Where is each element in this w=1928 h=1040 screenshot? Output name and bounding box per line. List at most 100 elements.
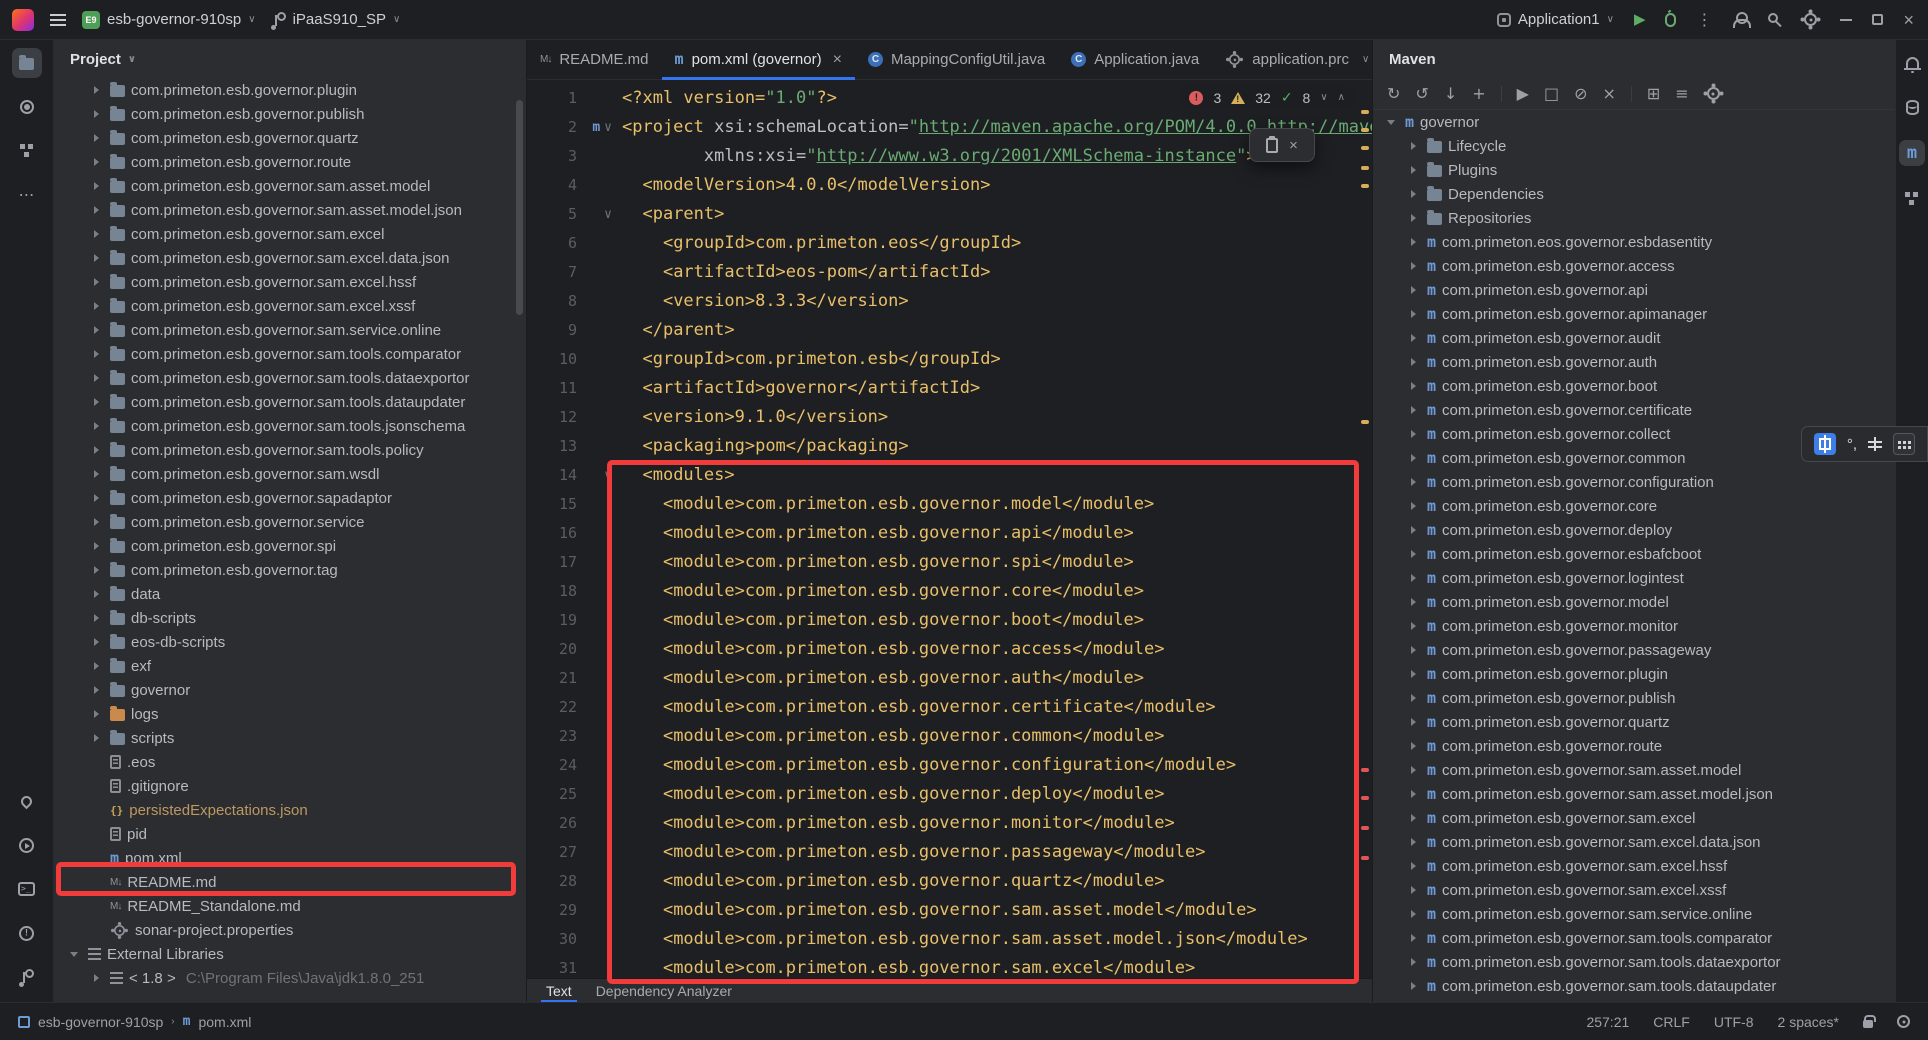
maven-tree-row[interactable]: mcom.primeton.esb.governor.sam.tools.dat…	[1373, 950, 1895, 974]
chevron-right-icon[interactable]	[1405, 430, 1421, 438]
chevron-right-icon[interactable]	[1405, 766, 1421, 774]
error-stripe-mark[interactable]	[1361, 796, 1369, 800]
chevron-right-icon[interactable]	[1405, 742, 1421, 750]
project-tree-row[interactable]: {}persistedExpectations.json	[54, 798, 526, 822]
maven-tree-row[interactable]: Repositories	[1373, 206, 1895, 230]
fold-chevron-icon[interactable]: ∨	[604, 208, 612, 221]
settings-icon[interactable]	[1704, 84, 1723, 103]
project-tree-row[interactable]: pid	[54, 822, 526, 846]
chevron-right-icon[interactable]	[88, 206, 104, 214]
project-tree-row[interactable]: com.primeton.esb.governor.sam.tools.data…	[54, 390, 526, 414]
clipboard-icon[interactable]	[1266, 138, 1278, 153]
maven-tree-row[interactable]: mcom.primeton.esb.governor.sam.excel.dat…	[1373, 830, 1895, 854]
project-tree-row[interactable]: .eos	[54, 750, 526, 774]
package-icon[interactable]: □	[1544, 86, 1559, 102]
chevron-right-icon[interactable]	[1405, 622, 1421, 630]
maven-tree-row[interactable]: mcom.primeton.esb.governor.core	[1373, 494, 1895, 518]
maven-tree-row[interactable]: mcom.primeton.esb.governor.sam.tools.dat…	[1373, 974, 1895, 998]
minimize-icon[interactable]	[1840, 19, 1852, 21]
chevron-right-icon[interactable]	[1405, 262, 1421, 270]
chevron-down-icon[interactable]: ∨	[128, 54, 136, 65]
skip-tests-icon[interactable]: ×	[1602, 86, 1615, 102]
run-configuration-widget[interactable]: Application1 ∨	[1497, 11, 1614, 28]
ime-language-icon[interactable]	[1814, 433, 1836, 455]
chevron-right-icon[interactable]	[1405, 694, 1421, 702]
chevron-down-icon[interactable]	[66, 952, 82, 957]
error-stripe-mark[interactable]	[1361, 856, 1369, 860]
project-tree-row[interactable]: < 1.8 > C:\Program Files\Java\jdk1.8.0_2…	[54, 966, 526, 990]
chevron-right-icon[interactable]	[88, 542, 104, 550]
chevron-right-icon[interactable]	[1405, 982, 1421, 990]
file-encoding[interactable]: UTF-8	[1714, 1014, 1754, 1030]
warning-stripe-mark[interactable]	[1361, 128, 1369, 132]
chevron-right-icon[interactable]	[1405, 478, 1421, 486]
editor-tab[interactable]: application.prc	[1212, 40, 1362, 79]
project-tree-row[interactable]: com.primeton.esb.governor.sam.excel.data…	[54, 246, 526, 270]
maven-tool-tool-button[interactable]: m	[1899, 140, 1925, 166]
chevron-right-icon[interactable]	[88, 134, 104, 142]
chevron-right-icon[interactable]	[88, 110, 104, 118]
project-tree-row[interactable]: com.primeton.esb.governor.sam.excel.xssf	[54, 294, 526, 318]
database-tool-button[interactable]	[1899, 94, 1925, 120]
chevron-right-icon[interactable]	[88, 158, 104, 166]
maven-tree-row[interactable]: mcom.primeton.esb.governor.route	[1373, 734, 1895, 758]
project-tree-row[interactable]: sonar-project.properties	[54, 918, 526, 942]
chevron-right-icon[interactable]	[88, 686, 104, 694]
chevron-right-icon[interactable]	[88, 326, 104, 334]
project-tree-row[interactable]: logs	[54, 702, 526, 726]
project-tree-row[interactable]: com.primeton.esb.governor.publish	[54, 102, 526, 126]
project-tree-row[interactable]: com.primeton.esb.governor.sam.tools.data…	[54, 366, 526, 390]
ime-punctuation-label[interactable]: °,	[1847, 436, 1857, 453]
fold-chevron-icon[interactable]: ∨	[604, 469, 612, 482]
project-tree-row[interactable]: com.primeton.esb.governor.plugin	[54, 78, 526, 102]
chevron-right-icon[interactable]	[1405, 910, 1421, 918]
chevron-right-icon[interactable]	[1405, 550, 1421, 558]
chevron-right-icon[interactable]	[88, 278, 104, 286]
warning-stripe-mark[interactable]	[1361, 146, 1369, 150]
chevron-right-icon[interactable]	[88, 374, 104, 382]
warning-stripe-mark[interactable]	[1361, 166, 1369, 170]
project-tree-row[interactable]: exf	[54, 654, 526, 678]
close-icon[interactable]: ×	[1903, 11, 1914, 29]
git-branch-widget[interactable]: iPaaS910_SP ∨	[272, 11, 401, 28]
offline-icon[interactable]: ⊘	[1574, 86, 1587, 102]
project-tree-row[interactable]: data	[54, 582, 526, 606]
editor-view-tab[interactable]: Dependency Analyzer	[585, 979, 743, 1002]
maven-tree-row[interactable]: mcom.primeton.esb.governor.quartz	[1373, 710, 1895, 734]
chevron-right-icon[interactable]	[1405, 502, 1421, 510]
chevron-right-icon[interactable]	[88, 350, 104, 358]
chevron-right-icon[interactable]	[1405, 238, 1421, 246]
caret-position[interactable]: 257:21	[1586, 1014, 1629, 1030]
terminal-tool-button[interactable]	[12, 874, 42, 904]
download-icon[interactable]: ↓	[1444, 86, 1457, 102]
inspections-widget[interactable]: 3 32 ✓ 8 ∨ ∧	[1180, 86, 1354, 109]
chevron-right-icon[interactable]	[1405, 190, 1421, 198]
chevron-right-icon[interactable]	[1405, 382, 1421, 390]
chevron-right-icon[interactable]	[1405, 790, 1421, 798]
chevron-down-icon[interactable]	[1383, 120, 1399, 125]
floating-action-popup[interactable]: ×	[1249, 128, 1315, 162]
pin-tool-button[interactable]	[12, 786, 42, 816]
chevron-right-icon[interactable]	[1405, 958, 1421, 966]
editor-tab[interactable]: mpom.xml (governor)×	[662, 40, 855, 79]
chevron-right-icon[interactable]	[88, 302, 104, 310]
add-user-icon[interactable]	[1732, 12, 1748, 28]
warning-stripe-mark[interactable]	[1361, 420, 1369, 424]
reload-icon[interactable]: ↺	[1415, 86, 1428, 102]
maven-tree-row[interactable]: mcom.primeton.esb.governor.model	[1373, 590, 1895, 614]
chevron-right-icon[interactable]	[88, 638, 104, 646]
project-tree-row[interactable]: com.primeton.esb.governor.sapadaptor	[54, 486, 526, 510]
structure-tool-button[interactable]	[12, 136, 42, 166]
editor-tab[interactable]: CMappingConfigUtil.java	[855, 40, 1058, 79]
project-tree-row[interactable]: External Libraries	[54, 942, 526, 966]
chevron-up-icon[interactable]: ∧	[1338, 92, 1345, 103]
chevron-right-icon[interactable]	[1405, 334, 1421, 342]
notifications-bell-tool-button[interactable]	[1899, 48, 1925, 74]
restore-icon[interactable]	[1872, 14, 1883, 25]
project-tree-row[interactable]: governor	[54, 678, 526, 702]
maven-tree-row[interactable]: mcom.primeton.esb.governor.sam.asset.mod…	[1373, 782, 1895, 806]
ime-halfwidth-icon[interactable]	[1868, 437, 1882, 451]
project-folder-tool-button[interactable]	[12, 48, 42, 78]
maven-tree-row[interactable]: mcom.primeton.esb.governor.boot	[1373, 374, 1895, 398]
chevron-right-icon[interactable]	[1405, 838, 1421, 846]
